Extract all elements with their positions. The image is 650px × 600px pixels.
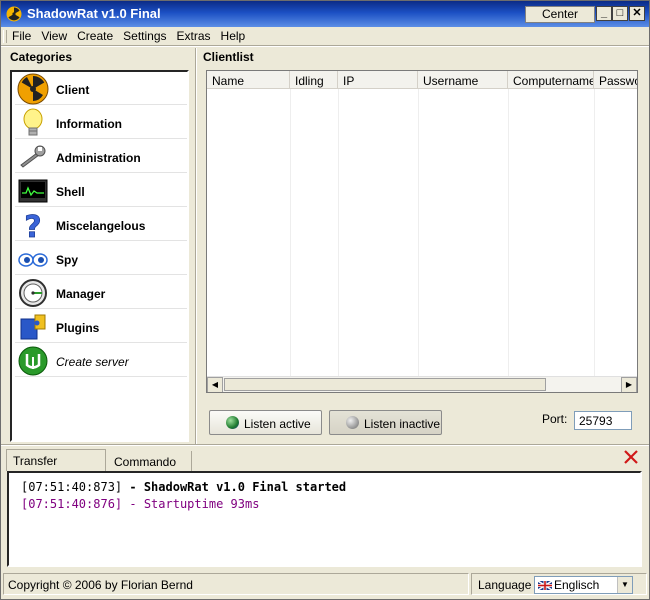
question-icon: ? <box>24 210 42 241</box>
category-label: Shell <box>56 185 85 199</box>
log-time: [07:51:40:876] <box>21 497 123 511</box>
minimize-button[interactable]: _ <box>596 6 612 21</box>
horizontal-scrollbar[interactable]: ◀ ▶ <box>207 376 637 392</box>
category-information[interactable]: Information <box>15 106 187 139</box>
category-shell[interactable]: Shell <box>15 174 187 207</box>
category-label: Manager <box>56 287 106 301</box>
category-label: Client <box>56 83 90 97</box>
window-title: ShadowRat v1.0 Final <box>27 6 161 21</box>
menu-file[interactable]: File <box>7 27 36 45</box>
language-label: Language <box>478 578 532 592</box>
column-gridline <box>290 89 291 376</box>
scroll-thumb[interactable] <box>224 378 546 391</box>
center-button[interactable]: Center <box>525 6 595 23</box>
gray-globe-icon <box>346 416 359 429</box>
category-plugins[interactable]: Plugins <box>15 310 187 343</box>
log-line: [07:51:40:873] - ShadowRat v1.0 Final st… <box>21 480 640 497</box>
menu-bar: File View Create Settings Extras Help <box>3 27 250 45</box>
log-text: - ShadowRat v1.0 Final started <box>122 480 347 494</box>
category-client[interactable]: Client <box>15 72 187 105</box>
category-miscelangelous[interactable]: ? Miscelangelous <box>15 208 187 241</box>
column-ip[interactable]: IP <box>338 71 418 89</box>
language-panel: Language Englisch ▼ <box>471 573 647 595</box>
language-value: Englisch <box>554 578 600 592</box>
clientlist-title: Clientlist <box>203 50 254 64</box>
category-label: Spy <box>56 253 79 267</box>
radiation-icon <box>17 73 49 105</box>
column-idling[interactable]: Idling <box>290 71 338 89</box>
gauge-icon <box>19 279 47 307</box>
listen-active-button[interactable]: Listen active <box>209 410 322 435</box>
menu-settings[interactable]: Settings <box>118 27 171 45</box>
status-bar: Copyright © 2006 by Florian Bernd Langua… <box>3 573 647 597</box>
categories-title: Categories <box>10 50 73 64</box>
chevron-down-icon[interactable]: ▼ <box>617 577 632 593</box>
category-administration[interactable]: Administration <box>15 140 187 173</box>
column-username[interactable]: Username <box>418 71 508 89</box>
log-time: [07:51:40:873] <box>21 480 123 494</box>
main-window: ShadowRat v1.0 Final Center _ □ ✕ File V… <box>0 0 650 600</box>
log-text: - Startuptime 93ms <box>122 497 260 511</box>
menu-view[interactable]: View <box>36 27 72 45</box>
scroll-right-arrow[interactable]: ▶ <box>621 377 637 392</box>
menu-help[interactable]: Help <box>216 27 251 45</box>
eyes-icon <box>18 253 48 267</box>
menu-create[interactable]: Create <box>72 27 118 45</box>
category-create-server[interactable]: Create server <box>15 344 187 377</box>
column-password[interactable]: Passwo <box>594 71 637 89</box>
title-bar[interactable]: ShadowRat v1.0 Final Center _ □ ✕ <box>1 1 649 27</box>
listen-inactive-button[interactable]: Listen inactive <box>329 410 442 435</box>
category-label: Information <box>56 117 122 131</box>
table-header: Name Idling IP Username Computername Pas… <box>207 71 637 89</box>
uk-flag-icon <box>538 581 552 590</box>
port-label: Port: <box>542 412 568 426</box>
categories-list: Client Information Administration Shell … <box>10 70 189 442</box>
close-icon[interactable] <box>623 449 639 465</box>
column-computername[interactable]: Computername <box>508 71 594 89</box>
column-gridline <box>508 89 509 376</box>
radiation-app-icon <box>6 6 22 22</box>
category-spy[interactable]: Spy <box>15 242 187 275</box>
close-button[interactable]: ✕ <box>629 6 645 21</box>
maximize-button[interactable]: □ <box>612 6 628 21</box>
category-label: Plugins <box>56 321 100 335</box>
clientlist-table[interactable]: Name Idling IP Username Computername Pas… <box>206 70 638 393</box>
category-label: Miscelangelous <box>56 219 146 233</box>
vertical-splitter[interactable] <box>195 48 197 445</box>
category-label: Create server <box>56 355 129 369</box>
column-gridline <box>418 89 419 376</box>
category-label: Administration <box>56 151 141 165</box>
listen-active-label: Listen active <box>244 417 311 431</box>
column-gridline <box>338 89 339 376</box>
listen-inactive-label: Listen inactive <box>364 417 441 431</box>
copyright-text: Copyright © 2006 by Florian Bernd <box>3 573 469 595</box>
language-select[interactable]: Englisch ▼ <box>534 576 633 594</box>
puzzle-icon <box>20 314 46 340</box>
globe-icon <box>226 416 239 429</box>
svg-text:?: ? <box>24 210 41 241</box>
column-gridline <box>594 89 595 376</box>
wrench-icon <box>20 145 46 168</box>
tab-transfer-manager[interactable]: Transfer manager <box>6 449 106 482</box>
horizontal-splitter[interactable] <box>1 444 649 446</box>
scroll-left-arrow[interactable]: ◀ <box>207 377 223 392</box>
log-line: [07:51:40:876] - Startuptime 93ms <box>21 497 640 514</box>
create-server-icon <box>18 346 48 376</box>
log-output: [07:51:40:873] - ShadowRat v1.0 Final st… <box>7 471 642 567</box>
menu-extras[interactable]: Extras <box>172 27 216 45</box>
lightbulb-icon <box>23 108 43 136</box>
category-manager[interactable]: Manager <box>15 276 187 309</box>
tab-commando-log[interactable]: Commando log <box>108 451 192 483</box>
column-name[interactable]: Name <box>207 71 290 89</box>
terminal-icon <box>18 179 48 203</box>
port-input[interactable]: 25793 <box>574 411 632 430</box>
menu-separator <box>1 45 649 47</box>
